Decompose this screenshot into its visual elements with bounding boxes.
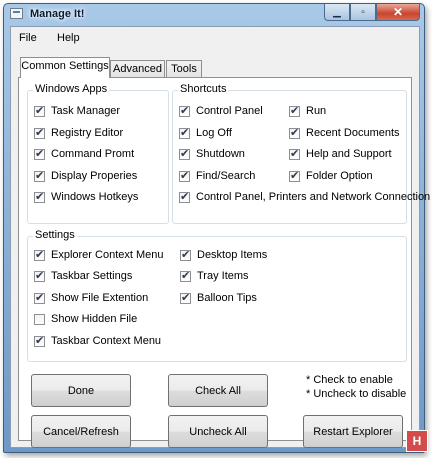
checkbox-box[interactable] bbox=[179, 190, 190, 203]
taskbar-context-menu-checkbox[interactable]: Taskbar Context Menu bbox=[34, 334, 162, 347]
checkbox-label: Control Panel, Printers and Network Conn… bbox=[196, 191, 431, 203]
checkbox-label: Registry Editor bbox=[51, 127, 124, 139]
watermark-logo: H bbox=[406, 430, 428, 452]
checkbox-label: Control Panel bbox=[196, 105, 263, 117]
uncheck-disable-note: * Uncheck to disable bbox=[306, 388, 407, 400]
maximize-button[interactable]: ▫ bbox=[350, 4, 376, 21]
menu-help[interactable]: Help bbox=[57, 32, 80, 44]
tab-tools[interactable]: Tools bbox=[166, 60, 202, 78]
checkbox-label: Balloon Tips bbox=[197, 292, 257, 304]
explorer-context-menu-checkbox[interactable]: Explorer Context Menu bbox=[34, 248, 164, 261]
checkbox-box[interactable] bbox=[34, 169, 45, 182]
check-enable-note: * Check to enable bbox=[306, 374, 393, 386]
title-bar[interactable]: Manage It! ▁ ▫ ✕ bbox=[4, 4, 424, 26]
client-area: File Help Common Settings Advanced Tools… bbox=[10, 26, 430, 448]
registry-editor-checkbox[interactable]: Registry Editor bbox=[34, 126, 124, 139]
tray-items-checkbox[interactable]: Tray Items bbox=[180, 269, 249, 282]
control-panel-printers-network-checkbox[interactable]: Control Panel, Printers and Network Conn… bbox=[179, 190, 431, 203]
help-and-support-checkbox[interactable]: Help and Support bbox=[289, 147, 392, 160]
checkbox-label: Log Off bbox=[196, 127, 232, 139]
checkbox-label: Recent Documents bbox=[306, 127, 400, 139]
control-panel-checkbox[interactable]: Control Panel bbox=[179, 104, 263, 117]
checkbox-box[interactable] bbox=[34, 334, 45, 347]
checkbox-label: Taskbar Settings bbox=[51, 270, 133, 282]
checkbox-box[interactable] bbox=[289, 147, 300, 160]
checkbox-box[interactable] bbox=[179, 147, 190, 160]
recent-documents-checkbox[interactable]: Recent Documents bbox=[289, 126, 400, 139]
checkbox-box[interactable] bbox=[179, 126, 190, 139]
checkbox-label: Show Hidden File bbox=[51, 313, 138, 325]
shortcuts-legend: Shortcuts bbox=[178, 83, 229, 95]
checkbox-label: Task Manager bbox=[51, 105, 121, 117]
desktop-items-checkbox[interactable]: Desktop Items bbox=[180, 248, 268, 261]
windows-apps-legend: Windows Apps bbox=[33, 83, 110, 95]
checkbox-box[interactable] bbox=[289, 104, 300, 117]
tab-common-settings[interactable]: Common Settings bbox=[20, 57, 110, 78]
menu-bar: File Help bbox=[11, 27, 419, 47]
command-prompt-checkbox[interactable]: Command Promt bbox=[34, 147, 135, 160]
windows-apps-group: Windows Apps Task Manager Registry Edito… bbox=[27, 83, 169, 224]
checkbox-label: Run bbox=[306, 105, 327, 117]
run-checkbox[interactable]: Run bbox=[289, 104, 327, 117]
check-all-button[interactable]: Check All bbox=[168, 374, 268, 407]
checkbox-box[interactable] bbox=[289, 126, 300, 139]
checkbox-label: Find/Search bbox=[196, 170, 256, 182]
checkbox-box[interactable] bbox=[34, 190, 45, 203]
cancel-refresh-button[interactable]: Cancel/Refresh bbox=[31, 415, 131, 448]
checkbox-label: Command Promt bbox=[51, 148, 135, 160]
settings-legend: Settings bbox=[33, 229, 77, 241]
checkbox-label: Show File Extention bbox=[51, 292, 149, 304]
checkbox-box[interactable] bbox=[34, 313, 45, 325]
show-file-extension-checkbox[interactable]: Show File Extention bbox=[34, 291, 149, 304]
checkbox-box[interactable] bbox=[180, 269, 191, 282]
checkbox-box[interactable] bbox=[34, 104, 45, 117]
task-manager-checkbox[interactable]: Task Manager bbox=[34, 104, 121, 117]
checkbox-label: Desktop Items bbox=[197, 249, 268, 261]
restart-explorer-button[interactable]: Restart Explorer bbox=[303, 415, 403, 448]
checkbox-label: Windows Hotkeys bbox=[51, 191, 139, 203]
common-settings-panel: Windows Apps Task Manager Registry Edito… bbox=[18, 77, 430, 448]
minimize-button[interactable]: ▁ bbox=[324, 4, 350, 21]
checkbox-box[interactable] bbox=[289, 169, 300, 182]
done-button[interactable]: Done bbox=[31, 374, 131, 407]
app-icon bbox=[10, 8, 23, 19]
shortcuts-group: Shortcuts Control Panel Log Off Shutdown… bbox=[172, 83, 430, 224]
folder-option-checkbox[interactable]: Folder Option bbox=[289, 169, 373, 182]
shutdown-checkbox[interactable]: Shutdown bbox=[179, 147, 245, 160]
taskbar-settings-checkbox[interactable]: Taskbar Settings bbox=[34, 269, 133, 282]
checkbox-box[interactable] bbox=[34, 147, 45, 160]
checkbox-box[interactable] bbox=[180, 291, 191, 304]
checkbox-box[interactable] bbox=[34, 291, 45, 304]
show-hidden-file-checkbox[interactable]: Show Hidden File bbox=[34, 313, 137, 325]
checkbox-box[interactable] bbox=[34, 269, 45, 282]
checkbox-label: Folder Option bbox=[306, 170, 373, 182]
uncheck-all-button[interactable]: Uncheck All bbox=[168, 415, 268, 448]
balloon-tips-checkbox[interactable]: Balloon Tips bbox=[180, 291, 257, 304]
log-off-checkbox[interactable]: Log Off bbox=[179, 126, 232, 139]
checkbox-box[interactable] bbox=[34, 126, 45, 139]
close-button[interactable]: ✕ bbox=[376, 4, 420, 21]
minimize-icon: ▁ bbox=[333, 6, 341, 18]
checkbox-box[interactable] bbox=[179, 104, 190, 117]
settings-group: Settings Explorer Context Menu Taskbar S… bbox=[27, 229, 407, 362]
maximize-icon: ▫ bbox=[361, 6, 365, 18]
checkbox-label: Display Properies bbox=[51, 170, 138, 182]
checkbox-box[interactable] bbox=[179, 169, 190, 182]
find-search-checkbox[interactable]: Find/Search bbox=[179, 169, 256, 182]
menu-file[interactable]: File bbox=[19, 32, 37, 44]
close-icon: ✕ bbox=[392, 5, 404, 19]
checkbox-label: Shutdown bbox=[196, 148, 245, 160]
window-title: Manage It! bbox=[30, 8, 85, 20]
checkbox-label: Help and Support bbox=[306, 148, 392, 160]
checkbox-label: Explorer Context Menu bbox=[51, 249, 164, 261]
checkbox-label: Tray Items bbox=[197, 270, 249, 282]
checkbox-label: Taskbar Context Menu bbox=[51, 335, 162, 347]
display-properties-checkbox[interactable]: Display Properies bbox=[34, 169, 138, 182]
tab-advanced[interactable]: Advanced bbox=[110, 60, 165, 78]
checkbox-box[interactable] bbox=[180, 248, 191, 261]
windows-hotkeys-checkbox[interactable]: Windows Hotkeys bbox=[34, 190, 139, 203]
app-window: Manage It! ▁ ▫ ✕ File Help Common Settin… bbox=[3, 3, 430, 453]
checkbox-box[interactable] bbox=[34, 248, 45, 261]
